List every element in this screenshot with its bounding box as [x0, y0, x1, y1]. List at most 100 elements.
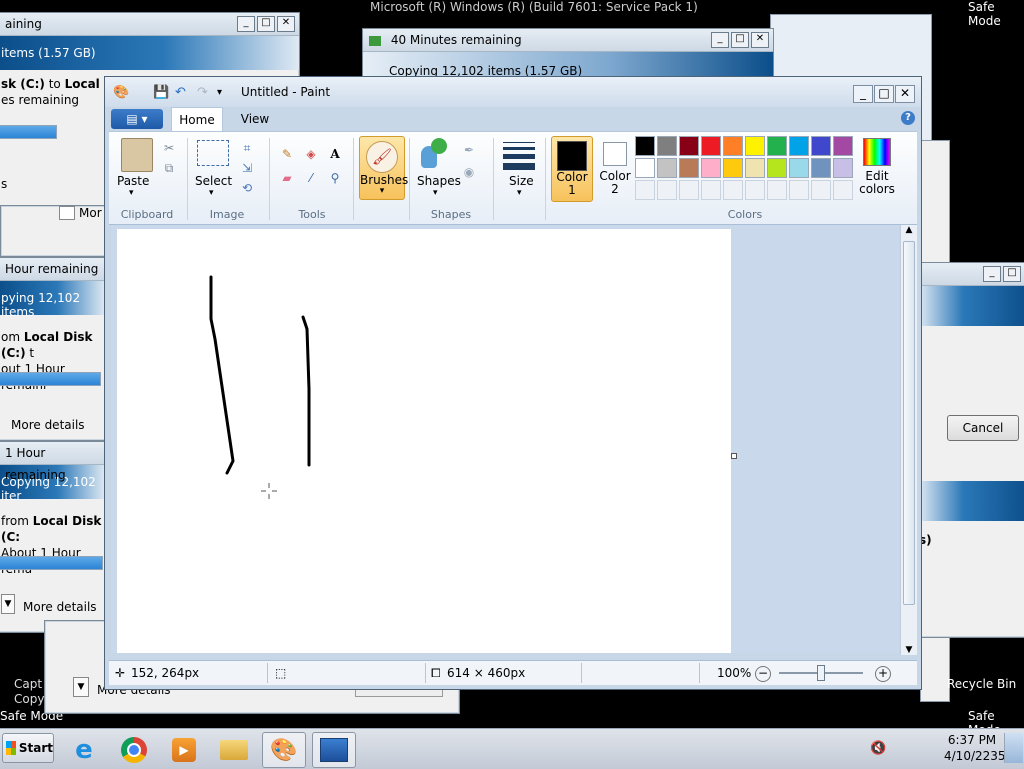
- minimize-button[interactable]: _: [853, 85, 873, 103]
- size-button[interactable]: Size: [509, 174, 534, 188]
- palette-color-swatch[interactable]: [635, 158, 655, 178]
- vertical-scrollbar[interactable]: ▲ ▼: [900, 225, 917, 655]
- size-icon[interactable]: [503, 142, 535, 170]
- show-desktop-button[interactable]: [1004, 733, 1023, 763]
- maximize-button[interactable]: □: [731, 32, 749, 48]
- more-details-link[interactable]: More details: [23, 600, 97, 614]
- palette-color-swatch[interactable]: [745, 136, 765, 156]
- select-dropdown-icon[interactable]: ▾: [209, 188, 214, 198]
- palette-color-swatch[interactable]: [701, 158, 721, 178]
- volume-muted-icon[interactable]: 🔇: [870, 741, 886, 756]
- maximize-button[interactable]: □: [257, 16, 275, 32]
- resize-icon[interactable]: ⇲: [237, 158, 257, 178]
- explorer-folder-icon[interactable]: [212, 732, 256, 768]
- palette-color-swatch[interactable]: [767, 136, 787, 156]
- paste-icon[interactable]: [121, 138, 153, 172]
- zoom-out-button[interactable]: −: [755, 666, 771, 682]
- palette-color-swatch[interactable]: [745, 158, 765, 178]
- rotate-icon[interactable]: ⟲: [237, 178, 257, 198]
- media-player-icon[interactable]: ▶: [162, 732, 206, 768]
- palette-color-swatch[interactable]: [657, 158, 677, 178]
- drawing-canvas[interactable]: [117, 229, 731, 653]
- chrome-icon[interactable]: [112, 732, 156, 768]
- file-copy-taskbar-icon[interactable]: [312, 732, 356, 768]
- zoom-slider-thumb[interactable]: [817, 665, 825, 681]
- color-picker-icon[interactable]: ⁄: [301, 168, 321, 188]
- palette-color-swatch[interactable]: [767, 158, 787, 178]
- size-dropdown-icon[interactable]: ▾: [517, 188, 522, 198]
- palette-color-swatch[interactable]: [811, 136, 831, 156]
- more-details-toggle[interactable]: ▼: [1, 594, 15, 614]
- palette-color-swatch[interactable]: [701, 136, 721, 156]
- palette-color-swatch[interactable]: [811, 158, 831, 178]
- internet-explorer-icon[interactable]: e: [62, 732, 106, 768]
- shapes-button[interactable]: Shapes: [417, 174, 461, 188]
- palette-empty-swatch[interactable]: [811, 180, 831, 200]
- color1-button[interactable]: Color 1: [551, 136, 593, 202]
- paint-menu-button[interactable]: ▤ ▾: [111, 109, 163, 129]
- customize-quick-access-icon[interactable]: ▾: [217, 87, 222, 98]
- palette-empty-swatch[interactable]: [745, 180, 765, 200]
- palette-empty-swatch[interactable]: [701, 180, 721, 200]
- palette-empty-swatch[interactable]: [767, 180, 787, 200]
- palette-color-swatch[interactable]: [833, 158, 853, 178]
- palette-color-swatch[interactable]: [789, 158, 809, 178]
- canvas-resize-handle[interactable]: [731, 453, 737, 459]
- outline-icon[interactable]: ✒: [459, 140, 479, 160]
- help-icon[interactable]: ?: [901, 111, 915, 125]
- tab-view[interactable]: View: [235, 107, 275, 131]
- paste-dropdown-icon[interactable]: ▾: [129, 188, 134, 198]
- pencil-icon[interactable]: ✎: [277, 144, 297, 164]
- magnifier-icon[interactable]: ⚲: [325, 168, 345, 188]
- minimize-button[interactable]: _: [983, 266, 1001, 282]
- palette-empty-swatch[interactable]: [657, 180, 677, 200]
- redo-icon[interactable]: ↷: [197, 85, 208, 100]
- palette-color-swatch[interactable]: [789, 136, 809, 156]
- recycle-bin-label[interactable]: Recycle Bin: [947, 677, 1016, 691]
- scroll-thumb[interactable]: [903, 241, 915, 605]
- close-button[interactable]: ✕: [277, 16, 295, 32]
- copy-icon[interactable]: ⧉: [159, 158, 179, 178]
- palette-empty-swatch[interactable]: [833, 180, 853, 200]
- paste-button[interactable]: Paste: [117, 174, 149, 188]
- more-details-toggle[interactable]: ▼: [73, 677, 89, 697]
- cancel-button[interactable]: Cancel: [947, 415, 1019, 441]
- palette-color-swatch[interactable]: [723, 158, 743, 178]
- paint-app-icon[interactable]: 🎨: [113, 85, 129, 100]
- palette-color-swatch[interactable]: [679, 136, 699, 156]
- brushes-button[interactable]: 🖌 Brushes ▾: [359, 136, 408, 200]
- crop-icon[interactable]: ⌗: [237, 138, 257, 158]
- tab-home[interactable]: Home: [171, 107, 223, 132]
- color2-button[interactable]: Color 2: [595, 136, 635, 200]
- fill-icon[interactable]: ◈: [301, 144, 321, 164]
- close-button[interactable]: ✕: [895, 85, 915, 103]
- palette-color-swatch[interactable]: [679, 158, 699, 178]
- more-details-toggle[interactable]: [59, 206, 75, 220]
- select-icon[interactable]: [197, 140, 229, 166]
- text-icon[interactable]: A: [325, 144, 345, 164]
- palette-empty-swatch[interactable]: [679, 180, 699, 200]
- maximize-button[interactable]: □: [1003, 266, 1021, 282]
- fill-shape-icon[interactable]: ◉: [459, 162, 479, 182]
- palette-color-swatch[interactable]: [833, 136, 853, 156]
- zoom-in-button[interactable]: +: [875, 666, 891, 682]
- palette-color-swatch[interactable]: [657, 136, 677, 156]
- palette-empty-swatch[interactable]: [789, 180, 809, 200]
- shapes-dropdown-icon[interactable]: ▾: [433, 188, 438, 198]
- close-button[interactable]: ✕: [751, 32, 769, 48]
- paint-taskbar-icon[interactable]: 🎨: [262, 732, 306, 768]
- palette-empty-swatch[interactable]: [723, 180, 743, 200]
- scroll-up-icon[interactable]: ▲: [901, 225, 917, 239]
- save-icon[interactable]: 💾: [153, 85, 169, 100]
- palette-color-swatch[interactable]: [635, 136, 655, 156]
- scroll-down-icon[interactable]: ▼: [901, 645, 917, 655]
- maximize-button[interactable]: □: [874, 85, 894, 103]
- minimize-button[interactable]: _: [711, 32, 729, 48]
- cut-icon[interactable]: ✂: [159, 138, 179, 158]
- palette-color-swatch[interactable]: [723, 136, 743, 156]
- select-button[interactable]: Select: [195, 174, 232, 188]
- minimize-button[interactable]: _: [237, 16, 255, 32]
- palette-empty-swatch[interactable]: [635, 180, 655, 200]
- shapes-icon[interactable]: [419, 138, 449, 168]
- more-details-text[interactable]: Mor: [79, 206, 102, 220]
